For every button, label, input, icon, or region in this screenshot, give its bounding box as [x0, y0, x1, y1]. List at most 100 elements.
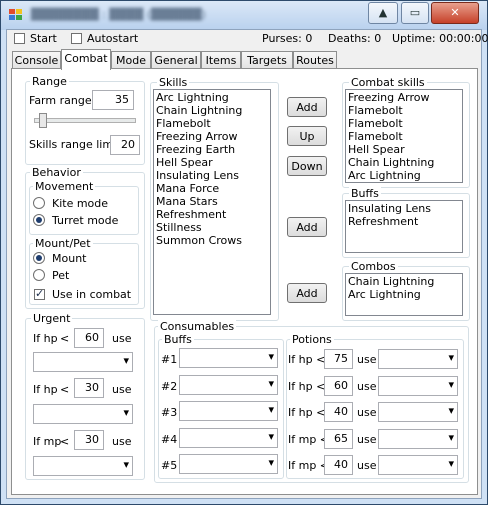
mount-pet-group-title: Mount/Pet	[33, 237, 93, 250]
buffs-list[interactable]: Insulating Lens Refreshment	[345, 200, 463, 253]
combos-group-title: Combos	[349, 260, 398, 273]
app-icon	[9, 9, 23, 21]
skills-list[interactable]: Arc Lightning Chain Lightning Flamebolt …	[153, 89, 271, 315]
potion-row4-combo[interactable]	[378, 429, 458, 449]
list-item[interactable]: Stillness	[156, 221, 268, 234]
list-item[interactable]: Insulating Lens	[348, 202, 460, 215]
deaths-counter: Deaths: 0	[328, 32, 382, 45]
urgent-row1-op: <	[60, 332, 70, 345]
farm-range-slider-thumb[interactable]	[39, 113, 47, 128]
tab-console[interactable]: Console	[12, 51, 61, 69]
buff-slot-5-combo[interactable]	[179, 454, 278, 474]
tab-items[interactable]: Items	[201, 51, 241, 69]
buff-slot-2-combo[interactable]	[179, 375, 278, 395]
urgent-row3-combo[interactable]	[33, 456, 133, 476]
farm-range-label: Farm range:	[29, 94, 96, 107]
list-item[interactable]: Flamebolt	[348, 117, 460, 130]
list-item[interactable]: Arc Lightning	[156, 91, 268, 104]
potion-row1-value[interactable]: 75	[324, 349, 353, 369]
potion-row5-value[interactable]: 40	[324, 455, 353, 475]
list-item[interactable]: Hell Spear	[156, 156, 268, 169]
list-item[interactable]: Chain Lightning	[348, 275, 460, 288]
potion-row3-combo[interactable]	[378, 402, 458, 422]
pet-radio[interactable]	[33, 269, 45, 281]
mount-label: Mount	[52, 252, 87, 265]
list-item[interactable]: Flamebolt	[348, 130, 460, 143]
list-item[interactable]: Chain Lightning	[348, 156, 460, 169]
urgent-row1-value[interactable]: 60	[74, 328, 104, 348]
list-item[interactable]: Mana Force	[156, 182, 268, 195]
consumables-group-title: Consumables	[158, 320, 237, 333]
urgent-row3-use: use	[112, 435, 132, 448]
autostart-checkbox[interactable]	[71, 33, 82, 44]
list-item[interactable]: Arc Lightning	[348, 288, 460, 301]
move-up-button[interactable]: Up	[287, 126, 327, 146]
combat-skills-group-title: Combat skills	[349, 76, 427, 89]
potion-row2-use: use	[357, 380, 377, 393]
list-item[interactable]: Arc Lightning	[348, 169, 460, 182]
tab-mode[interactable]: Mode	[111, 51, 151, 69]
list-item[interactable]: Flamebolt	[156, 117, 268, 130]
turret-mode-radio[interactable]	[33, 214, 45, 226]
urgent-row2-combo[interactable]	[33, 404, 133, 424]
add-buff-button[interactable]: Add	[287, 217, 327, 237]
urgent-row2-value[interactable]: 30	[74, 378, 104, 398]
list-item[interactable]: Chain Lightning	[156, 104, 268, 117]
minimize-icon[interactable]: ▲	[368, 2, 398, 24]
buff-slot-1-combo[interactable]	[179, 348, 278, 368]
combos-list[interactable]: Chain Lightning Arc Lightning	[345, 273, 463, 316]
potions-group-title: Potions	[290, 333, 334, 346]
list-item[interactable]: Refreshment	[348, 215, 460, 228]
list-item[interactable]: Insulating Lens	[156, 169, 268, 182]
window-title: ████████ : ████ (██████)	[31, 8, 207, 21]
use-in-combat-label: Use in combat	[52, 288, 132, 301]
list-item[interactable]: Freezing Earth	[156, 143, 268, 156]
list-item[interactable]: Refreshment	[156, 208, 268, 221]
potion-row3-label: If hp <	[288, 406, 326, 419]
list-item[interactable]: Summon Crows	[156, 234, 268, 247]
urgent-row2-label: If hp	[33, 383, 58, 396]
close-icon[interactable]: ✕	[431, 2, 479, 24]
farm-range-input[interactable]: 35	[92, 90, 134, 110]
list-item[interactable]: Freezing Arrow	[156, 130, 268, 143]
potion-row1-combo[interactable]	[378, 349, 458, 369]
potion-row5-combo[interactable]	[378, 455, 458, 475]
tab-combat[interactable]: Combat	[61, 49, 111, 70]
start-checkbox[interactable]	[14, 33, 25, 44]
potion-row5-label: If mp <	[288, 459, 330, 472]
title-bar[interactable]: ████████ : ████ (██████) ▲ ▭ ✕	[1, 1, 487, 30]
list-item[interactable]: Freezing Arrow	[348, 91, 460, 104]
buffs-group-title: Buffs	[349, 187, 381, 200]
consumables-buffs-title: Buffs	[162, 333, 194, 346]
list-item[interactable]: Mana Stars	[156, 195, 268, 208]
combat-skills-list[interactable]: Freezing Arrow Flamebolt Flamebolt Flame…	[345, 89, 463, 183]
urgent-row2-use: use	[112, 383, 132, 396]
buff-slot-4-combo[interactable]	[179, 428, 278, 448]
urgent-row3-label: If mp	[33, 435, 62, 448]
list-item[interactable]: Hell Spear	[348, 143, 460, 156]
kite-mode-radio[interactable]	[33, 197, 45, 209]
move-down-button[interactable]: Down	[287, 156, 327, 176]
tab-targets[interactable]: Targets	[241, 51, 293, 69]
buff-slot-3-combo[interactable]	[179, 401, 278, 421]
farm-range-slider[interactable]	[34, 118, 136, 123]
mount-radio[interactable]	[33, 252, 45, 264]
use-in-combat-checkbox[interactable]	[34, 287, 45, 300]
movement-group	[29, 186, 139, 235]
potion-row2-combo[interactable]	[378, 376, 458, 396]
potion-row3-value[interactable]: 40	[324, 402, 353, 422]
potion-row5-use: use	[357, 459, 377, 472]
maximize-icon[interactable]: ▭	[401, 2, 429, 24]
potion-row4-value[interactable]: 65	[324, 429, 353, 449]
add-combat-skill-button[interactable]: Add	[287, 97, 327, 117]
urgent-row3-value[interactable]: 30	[74, 430, 104, 450]
urgent-row1-combo[interactable]	[33, 352, 133, 372]
potion-row2-value[interactable]: 60	[324, 376, 353, 396]
tab-routes[interactable]: Routes	[293, 51, 337, 69]
list-item[interactable]: Flamebolt	[348, 104, 460, 117]
range-group-title: Range	[30, 75, 69, 88]
add-combo-button[interactable]: Add	[287, 283, 327, 303]
skills-range-limit-input[interactable]: 20	[110, 135, 140, 155]
tab-general[interactable]: General	[151, 51, 201, 69]
urgent-row1-label: If hp	[33, 332, 58, 345]
